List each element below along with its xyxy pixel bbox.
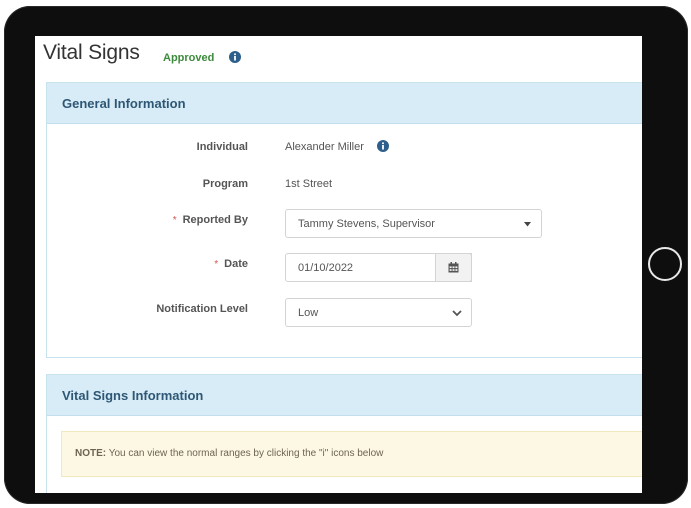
- tablet-frame: Vital Signs Approved General Information…: [4, 6, 688, 504]
- calendar-icon: [448, 262, 459, 273]
- individual-label: Individual: [196, 141, 248, 153]
- chevron-down-icon: [452, 310, 462, 317]
- info-circle-icon[interactable]: [377, 140, 389, 152]
- general-information-heading: General Information: [47, 83, 642, 124]
- caret-down-icon: [524, 222, 531, 227]
- notification-level-value: Low: [298, 307, 319, 319]
- app-screen: Vital Signs Approved General Information…: [35, 36, 642, 493]
- notification-level-label: Notification Level: [156, 303, 248, 315]
- page-title: Vital Signs: [43, 41, 140, 64]
- note-box: NOTE: You can view the normal ranges by …: [61, 431, 642, 477]
- required-marker: *: [214, 259, 219, 270]
- info-circle-icon[interactable]: [229, 51, 241, 63]
- reported-by-label: * Reported By: [173, 214, 248, 226]
- general-information-title: General Information: [62, 96, 186, 111]
- status-badge: Approved: [163, 52, 215, 64]
- vital-signs-information-heading: Vital Signs Information: [47, 375, 642, 416]
- date-value: 01/10/2022: [298, 262, 354, 274]
- date-label-text: Date: [224, 258, 248, 270]
- vital-signs-information-title: Vital Signs Information: [62, 388, 204, 403]
- vital-signs-information-panel: Vital Signs Information NOTE: You can vi…: [46, 374, 642, 493]
- note-text: NOTE: You can view the normal ranges by …: [75, 448, 383, 459]
- general-information-panel: General Information Individual Alexander…: [46, 82, 642, 358]
- date-input[interactable]: 01/10/2022: [285, 253, 472, 282]
- notification-level-select[interactable]: Low: [285, 298, 472, 327]
- note-prefix: NOTE:: [75, 448, 107, 459]
- date-label: * Date: [214, 258, 248, 270]
- required-marker: *: [172, 215, 177, 226]
- home-button[interactable]: [648, 247, 682, 281]
- date-picker-button[interactable]: [435, 253, 472, 282]
- program-label: Program: [202, 178, 248, 190]
- page-header: Vital Signs Approved: [35, 36, 642, 74]
- reported-by-select[interactable]: Tammy Stevens, Supervisor: [285, 209, 542, 238]
- reported-by-label-text: Reported By: [182, 214, 248, 226]
- individual-value: Alexander Miller: [285, 141, 364, 153]
- program-value: 1st Street: [285, 178, 333, 190]
- note-body: You can view the normal ranges by clicki…: [106, 448, 384, 459]
- reported-by-value: Tammy Stevens, Supervisor: [298, 218, 435, 230]
